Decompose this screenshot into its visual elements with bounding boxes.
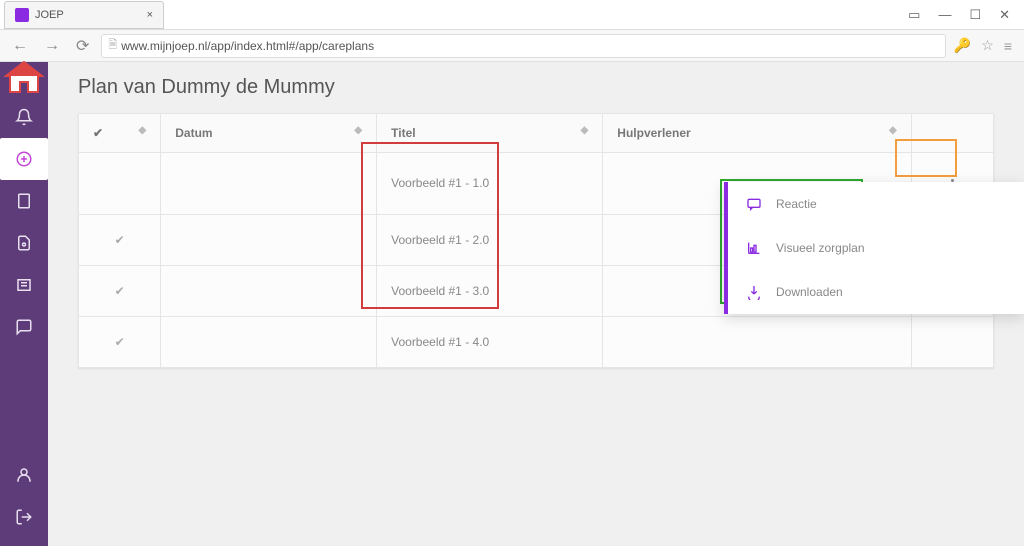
cell-datum: [161, 153, 377, 215]
browser-tab[interactable]: JOEP ×: [4, 1, 164, 29]
sidebar-item-chat[interactable]: [0, 306, 48, 348]
col-header-check[interactable]: ✔ ◆: [79, 114, 161, 153]
chart-icon: [746, 240, 762, 256]
download-icon: [746, 284, 762, 300]
menu-label: Reactie: [776, 197, 817, 211]
chat-icon: [746, 196, 762, 212]
row-actions-menu: Reactie Visueel zorgplan Downloaden: [724, 182, 1024, 314]
maximize-icon[interactable]: ☐: [969, 7, 981, 23]
url-text: www.mijnjoep.nl/app/index.html#/app/care…: [121, 39, 374, 53]
cell-hulpverlener: [603, 316, 911, 367]
menu-item-reactie[interactable]: Reactie: [728, 182, 1024, 226]
sort-icon: ◆: [139, 126, 147, 136]
cell-check: [79, 153, 161, 215]
forward-icon[interactable]: →: [40, 37, 64, 55]
page-info-icon: 🗎: [108, 36, 117, 55]
sidebar-item-logout[interactable]: [0, 496, 48, 538]
sidebar-item-file[interactable]: [0, 180, 48, 222]
sort-icon: ◆: [354, 126, 362, 136]
browser-address-bar: ← → ⟳ 🗎 www.mijnjoep.nl/app/index.html#/…: [0, 30, 1024, 62]
cell-datum: [161, 265, 377, 316]
col-hulp-label: Hulpverlener: [617, 126, 690, 140]
cell-titel: Voorbeeld #1 - 4.0: [377, 316, 603, 367]
back-icon[interactable]: ←: [8, 37, 32, 55]
cell-check: ✔: [79, 316, 161, 367]
star-icon[interactable]: ☆: [981, 37, 994, 54]
cell-check: ✔: [79, 214, 161, 265]
menu-item-visueel[interactable]: Visueel zorgplan: [728, 226, 1024, 270]
user-avatar-icon[interactable]: ▭: [908, 7, 920, 23]
col-header-hulpverlener[interactable]: Hulpverlener ◆: [603, 114, 911, 153]
table-row[interactable]: ✔ Voorbeeld #1 - 4.0: [79, 316, 994, 367]
sort-icon: ◆: [889, 126, 897, 136]
tab-title: JOEP: [35, 9, 64, 21]
cell-check: ✔: [79, 265, 161, 316]
sidebar: [0, 62, 48, 546]
key-icon[interactable]: 🔑: [954, 37, 971, 54]
window-controls: ▭ — ☐ ✕: [908, 7, 1024, 23]
sidebar-item-document[interactable]: [0, 222, 48, 264]
cell-datum: [161, 214, 377, 265]
sidebar-item-news[interactable]: [0, 264, 48, 306]
menu-label: Visueel zorgplan: [776, 241, 865, 255]
col-datum-label: Datum: [175, 126, 212, 140]
browser-tab-bar: JOEP × ▭ — ☐ ✕: [0, 0, 1024, 30]
sidebar-item-user[interactable]: [0, 454, 48, 496]
menu-icon[interactable]: ≡: [1004, 38, 1012, 54]
check-icon: ✔: [93, 126, 103, 140]
sidebar-item-add[interactable]: [0, 138, 48, 180]
favicon-icon: [15, 8, 29, 22]
minimize-icon[interactable]: —: [938, 7, 951, 22]
cell-datum: [161, 316, 377, 367]
url-input[interactable]: 🗎 www.mijnjoep.nl/app/index.html#/app/ca…: [101, 34, 945, 58]
highlight-kebab: [895, 139, 957, 177]
close-tab-icon[interactable]: ×: [147, 9, 153, 21]
sort-icon: ◆: [581, 126, 589, 136]
col-header-datum[interactable]: Datum ◆: [161, 114, 377, 153]
menu-label: Downloaden: [776, 285, 843, 299]
page-title: Plan van Dummy de Mummy: [78, 76, 994, 99]
col-titel-label: Titel: [391, 126, 415, 140]
highlight-titel: [361, 142, 499, 309]
cell-actions: [911, 316, 993, 367]
home-logo[interactable]: [0, 62, 48, 96]
menu-item-downloaden[interactable]: Downloaden: [728, 270, 1024, 314]
close-window-icon[interactable]: ✕: [999, 7, 1010, 23]
sidebar-item-alerts[interactable]: [0, 96, 48, 138]
reload-icon[interactable]: ⟳: [72, 36, 93, 56]
